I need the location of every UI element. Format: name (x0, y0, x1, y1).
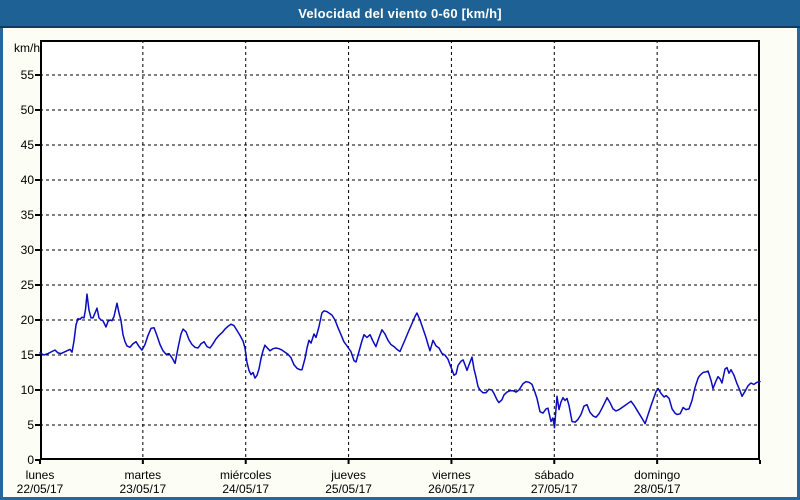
y-axis-unit-label: km/h (13, 41, 40, 55)
day-name: lunes (25, 468, 55, 482)
day-name: martes (124, 468, 162, 482)
y-tick-label: 40 (20, 173, 34, 187)
day-name: sábado (534, 468, 574, 482)
y-tick-label: 50 (20, 103, 34, 117)
y-tick-label: 5 (27, 418, 34, 432)
wind-speed-chart (35, 40, 761, 464)
day-name: viernes (432, 468, 471, 482)
chart-window: Velocidad del viento 0-60 [km/h] km/h 0 5… (0, 0, 800, 500)
day-date: 24/05/17 (222, 482, 270, 496)
day-name: domingo (634, 468, 681, 482)
y-tick-label: 35 (20, 208, 34, 222)
y-tick-label: 45 (20, 138, 34, 152)
y-tick-label: 10 (20, 383, 34, 397)
y-tick-label: 55 (20, 68, 34, 82)
y-tick-label: 15 (20, 348, 34, 362)
day-date: 25/05/17 (325, 482, 372, 496)
day-date: 27/05/17 (530, 482, 578, 496)
x-day-label: jueves 25/05/17 (325, 468, 372, 496)
y-tick-label: 30 (20, 243, 34, 257)
y-tick-label: 25 (20, 278, 34, 292)
x-day-label: domingo 28/05/17 (634, 468, 681, 496)
y-tick-label: 0 (27, 453, 34, 467)
x-day-label: miércoles 24/05/17 (220, 468, 271, 496)
day-name: jueves (331, 468, 366, 482)
x-day-label: martes 23/05/17 (119, 468, 166, 496)
y-tick-label: 20 (20, 313, 34, 327)
chart-title: Velocidad del viento 0-60 [km/h] (298, 5, 502, 21)
day-date: 23/05/17 (119, 482, 167, 496)
x-day-label: sábado 27/05/17 (531, 468, 578, 496)
chart-content-area: km/h 0 5 10 15 20 25 30 35 40 45 50 55 lunes 22/05/1… (0, 28, 800, 500)
x-day-label: lunes 22/05/17 (17, 468, 64, 496)
day-date: 22/05/17 (16, 482, 64, 496)
x-day-label: viernes 26/05/17 (428, 468, 475, 496)
day-date: 28/05/17 (633, 482, 681, 496)
title-bar: Velocidad del viento 0-60 [km/h] (0, 0, 800, 28)
day-date: 26/05/17 (428, 482, 475, 496)
day-name: miércoles (220, 468, 272, 482)
